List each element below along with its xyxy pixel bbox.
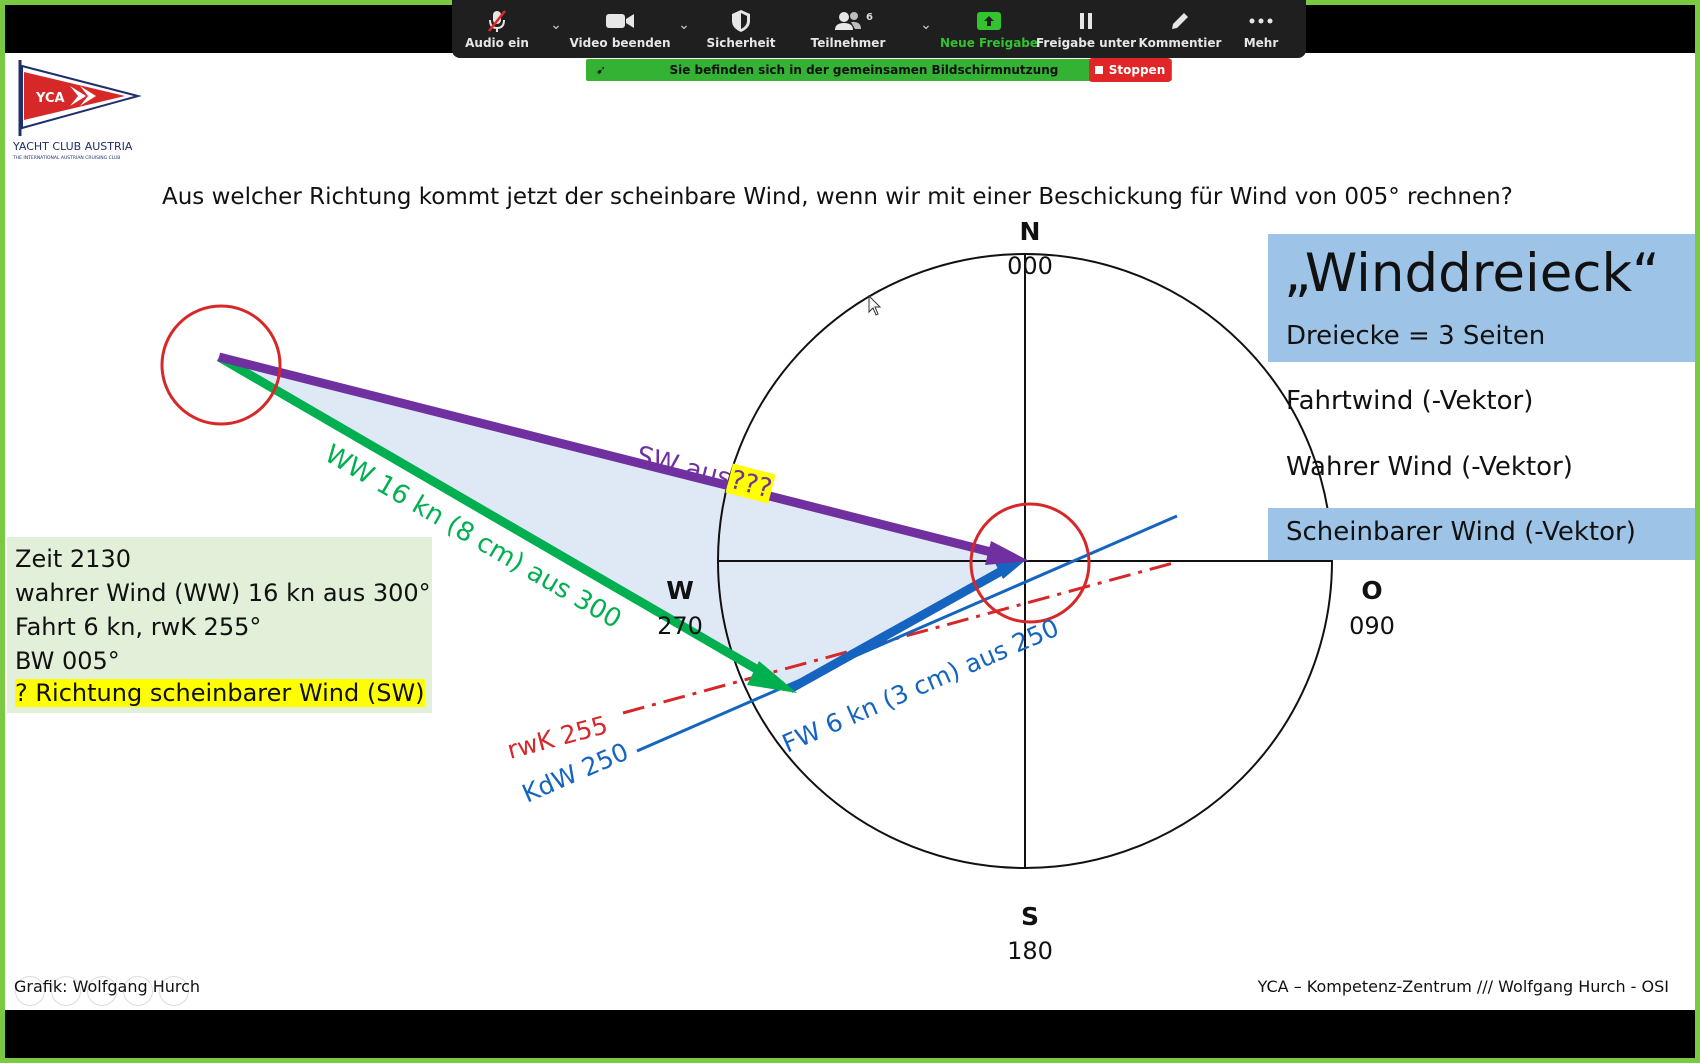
pencil-icon — [1172, 12, 1188, 29]
audio-options-chevron-icon[interactable]: ⌄ — [542, 0, 570, 50]
participants-button[interactable]: 6 Teilnehmer — [784, 0, 912, 50]
mouse-cursor-icon — [868, 294, 882, 316]
more-dots-icon — [1249, 18, 1273, 23]
meeting-toolbar: Audio ein ⌄ Video beenden ⌄ Sicherheit 6… — [452, 0, 1306, 58]
participants-label: Teilnehmer — [810, 36, 886, 50]
share-status-icon: ➹ — [596, 63, 607, 77]
share-screen-icon — [977, 11, 1001, 30]
info-bw: BW 005° — [15, 647, 120, 675]
info-speed-course: Fahrt 6 kn, rwK 255° — [15, 613, 262, 641]
compass-north-letter: N — [1020, 217, 1041, 246]
annotate-label: Kommentier — [1138, 36, 1222, 50]
participant-count: 6 — [866, 12, 873, 23]
audio-label: Audio ein — [465, 36, 529, 50]
participants-icon — [835, 11, 861, 30]
video-camera-icon — [606, 13, 634, 28]
footer-credit: Grafik: Wolfgang Hurch — [14, 977, 201, 996]
legend-subtitle: Dreiecke = 3 Seiten — [1286, 321, 1546, 351]
security-label: Sicherheit — [706, 36, 776, 50]
stop-square-icon — [1094, 66, 1103, 74]
slide: YCA YACHT CLUB AUSTRIA THE INTERNATIONAL… — [5, 53, 1695, 1010]
stop-share-button[interactable]: Stoppen — [1089, 58, 1171, 82]
info-true-wind: wahrer Wind (WW) 16 kn aus 300° — [15, 579, 431, 607]
annotate-button[interactable]: Kommentier — [1134, 0, 1226, 50]
participants-options-chevron-icon[interactable]: ⌄ — [912, 0, 940, 50]
info-question: ? Richtung scheinbarer Wind (SW) — [15, 679, 425, 707]
more-label: Mehr — [1243, 36, 1279, 50]
security-button[interactable]: Sicherheit — [698, 0, 784, 50]
info-question-text: ? Richtung scheinbarer Wind (SW) — [15, 679, 425, 707]
audio-button[interactable]: Audio ein — [452, 0, 542, 50]
compass-east-deg: 090 — [1349, 612, 1395, 640]
stop-share-label: Stoppen — [1108, 63, 1166, 77]
compass-west-deg: 270 — [657, 612, 703, 640]
legend-title: „Winddreieck“ — [1284, 243, 1660, 304]
compass-north-deg: 000 — [1007, 252, 1053, 280]
legend-item-fahrtwind: Fahrtwind (-Vektor) — [1286, 386, 1534, 416]
compass-south-letter: S — [1021, 902, 1039, 931]
compass-west-letter: W — [666, 576, 694, 605]
video-options-chevron-icon[interactable]: ⌄ — [670, 0, 698, 50]
sw-arrowhead — [985, 541, 1029, 565]
screen-share-banner: ➹ Sie befinden sich in der gemeinsamen B… — [586, 59, 1172, 81]
pause-share-label: Freigabe unter — [1035, 36, 1137, 50]
new-share-label: Neue Freigabe — [939, 36, 1039, 50]
legend-item-scheinbarer-wind: Scheinbarer Wind (-Vektor) — [1286, 517, 1636, 547]
muted-microphone-icon — [488, 9, 506, 32]
task-info-box: Zeit 2130 wahrer Wind (WW) 16 kn aus 300… — [7, 537, 432, 713]
compass-east-letter: O — [1361, 576, 1382, 605]
video-label: Video beenden — [569, 36, 671, 50]
compass-south-deg: 180 — [1007, 937, 1053, 965]
share-banner-text: Sie befinden sich in der gemeinsamen Bil… — [669, 63, 1059, 77]
pause-icon — [1080, 12, 1092, 29]
pause-share-button[interactable]: Freigabe unter — [1035, 0, 1137, 50]
video-button[interactable]: Video beenden — [569, 0, 671, 50]
new-share-button[interactable]: Neue Freigabe — [940, 0, 1038, 50]
shield-icon — [732, 9, 750, 32]
more-button[interactable]: Mehr — [1226, 0, 1296, 50]
footer-center-info: YCA – Kompetenz-Zentrum /// Wolfgang Hur… — [1257, 977, 1669, 996]
info-time: Zeit 2130 — [15, 545, 131, 573]
legend-item-wahrer-wind: Wahrer Wind (-Vektor) — [1286, 452, 1573, 482]
